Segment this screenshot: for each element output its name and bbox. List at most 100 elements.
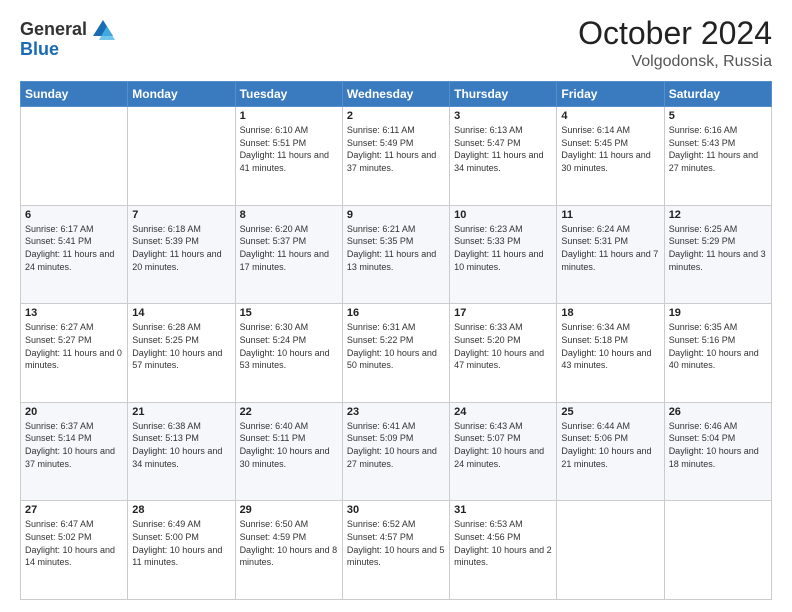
weekday-header: Monday — [128, 82, 235, 107]
calendar-cell: 9Sunrise: 6:21 AMSunset: 5:35 PMDaylight… — [342, 205, 449, 304]
day-info: Sunrise: 6:20 AMSunset: 5:37 PMDaylight:… — [240, 223, 338, 273]
day-info: Sunrise: 6:16 AMSunset: 5:43 PMDaylight:… — [669, 124, 767, 174]
month-title: October 2024 — [578, 16, 772, 51]
weekday-header: Friday — [557, 82, 664, 107]
calendar-cell: 14 Sunrise: 6:28 AMSunset: 5:25 PMDayligh… — [128, 304, 235, 403]
calendar-week-row: 1Sunrise: 6:10 AMSunset: 5:51 PMDaylight… — [21, 107, 772, 206]
day-info: Sunrise: 6:38 AMSunset: 5:13 PMDaylight:… — [132, 420, 230, 470]
day-info: Sunrise: 6:49 AMSunset: 5:00 PMDaylight:… — [132, 518, 230, 568]
day-number: 22 — [240, 406, 338, 418]
calendar-cell: 2Sunrise: 6:11 AMSunset: 5:49 PMDaylight… — [342, 107, 449, 206]
day-number: 28 — [132, 504, 230, 516]
day-number: 3 — [454, 110, 552, 122]
calendar-cell: 28 Sunrise: 6:49 AMSunset: 5:00 PMDayligh… — [128, 501, 235, 600]
day-info: Sunrise: 6:11 AMSunset: 5:49 PMDaylight:… — [347, 124, 445, 174]
day-info: Sunrise: 6:10 AMSunset: 5:51 PMDaylight:… — [240, 124, 338, 174]
day-number: 13 — [25, 307, 123, 319]
weekday-header-row: SundayMondayTuesdayWednesdayThursdayFrid… — [21, 82, 772, 107]
day-info: Sunrise: 6:46 AMSunset: 5:04 PMDaylight:… — [669, 420, 767, 470]
day-number: 10 — [454, 209, 552, 221]
location-title: Volgodonsk, Russia — [578, 53, 772, 71]
weekday-header: Wednesday — [342, 82, 449, 107]
day-info: Sunrise: 6:41 AMSunset: 5:09 PMDaylight:… — [347, 420, 445, 470]
day-info: Sunrise: 6:14 AMSunset: 5:45 PMDaylight:… — [561, 124, 659, 174]
logo: General Blue — [20, 16, 117, 60]
calendar-cell: 15Sunrise: 6:30 AMSunset: 5:24 PMDayligh… — [235, 304, 342, 403]
calendar-cell: 18Sunrise: 6:34 AMSunset: 5:18 PMDayligh… — [557, 304, 664, 403]
calendar-cell — [557, 501, 664, 600]
day-number: 12 — [669, 209, 767, 221]
day-info: Sunrise: 6:30 AMSunset: 5:24 PMDaylight:… — [240, 321, 338, 371]
calendar-cell: 30 Sunrise: 6:52 AMSunset: 4:57 PMDayligh… — [342, 501, 449, 600]
calendar-cell: 24 Sunrise: 6:43 AMSunset: 5:07 PMDayligh… — [450, 402, 557, 501]
calendar-cell: 26 Sunrise: 6:46 AMSunset: 5:04 PMDayligh… — [664, 402, 771, 501]
weekday-header: Tuesday — [235, 82, 342, 107]
calendar-cell: 13 Sunrise: 6:27 AMSunset: 5:27 PMDayligh… — [21, 304, 128, 403]
day-info: Sunrise: 6:33 AMSunset: 5:20 PMDaylight:… — [454, 321, 552, 371]
day-info: Sunrise: 6:50 AMSunset: 4:59 PMDaylight:… — [240, 518, 338, 568]
day-info: Sunrise: 6:18 AMSunset: 5:39 PMDaylight:… — [132, 223, 230, 273]
calendar-cell: 7 Sunrise: 6:18 AMSunset: 5:39 PMDaylight… — [128, 205, 235, 304]
day-info: Sunrise: 6:44 AMSunset: 5:06 PMDaylight:… — [561, 420, 659, 470]
calendar-cell: 5 Sunrise: 6:16 AMSunset: 5:43 PMDaylight… — [664, 107, 771, 206]
day-info: Sunrise: 6:25 AMSunset: 5:29 PMDaylight:… — [669, 223, 767, 273]
day-number: 20 — [25, 406, 123, 418]
calendar-cell — [664, 501, 771, 600]
calendar-cell — [128, 107, 235, 206]
day-number: 30 — [347, 504, 445, 516]
title-block: October 2024 Volgodonsk, Russia — [578, 16, 772, 71]
day-info: Sunrise: 6:28 AMSunset: 5:25 PMDaylight:… — [132, 321, 230, 371]
day-number: 8 — [240, 209, 338, 221]
logo-icon — [89, 16, 117, 44]
calendar-cell: 10 Sunrise: 6:23 AMSunset: 5:33 PMDayligh… — [450, 205, 557, 304]
calendar-cell: 22 Sunrise: 6:40 AMSunset: 5:11 PMDayligh… — [235, 402, 342, 501]
day-number: 14 — [132, 307, 230, 319]
day-number: 19 — [669, 307, 767, 319]
calendar-cell: 29 Sunrise: 6:50 AMSunset: 4:59 PMDayligh… — [235, 501, 342, 600]
day-info: Sunrise: 6:23 AMSunset: 5:33 PMDaylight:… — [454, 223, 552, 273]
calendar-cell: 11Sunrise: 6:24 AMSunset: 5:31 PMDayligh… — [557, 205, 664, 304]
day-info: Sunrise: 6:27 AMSunset: 5:27 PMDaylight:… — [25, 321, 123, 371]
day-info: Sunrise: 6:13 AMSunset: 5:47 PMDaylight:… — [454, 124, 552, 174]
day-info: Sunrise: 6:17 AMSunset: 5:41 PMDaylight:… — [25, 223, 123, 273]
day-info: Sunrise: 6:34 AMSunset: 5:18 PMDaylight:… — [561, 321, 659, 371]
day-number: 26 — [669, 406, 767, 418]
day-number: 7 — [132, 209, 230, 221]
day-number: 25 — [561, 406, 659, 418]
calendar-week-row: 6 Sunrise: 6:17 AMSunset: 5:41 PMDaylight… — [21, 205, 772, 304]
day-number: 24 — [454, 406, 552, 418]
day-number: 29 — [240, 504, 338, 516]
calendar-cell: 31 Sunrise: 6:53 AMSunset: 4:56 PMDayligh… — [450, 501, 557, 600]
calendar-cell: 6 Sunrise: 6:17 AMSunset: 5:41 PMDaylight… — [21, 205, 128, 304]
calendar-cell: 27Sunrise: 6:47 AMSunset: 5:02 PMDayligh… — [21, 501, 128, 600]
calendar-cell: 4Sunrise: 6:14 AMSunset: 5:45 PMDaylight… — [557, 107, 664, 206]
weekday-header: Thursday — [450, 82, 557, 107]
day-number: 17 — [454, 307, 552, 319]
calendar-cell: 3 Sunrise: 6:13 AMSunset: 5:47 PMDaylight… — [450, 107, 557, 206]
day-info: Sunrise: 6:53 AMSunset: 4:56 PMDaylight:… — [454, 518, 552, 568]
day-number: 27 — [25, 504, 123, 516]
day-info: Sunrise: 6:24 AMSunset: 5:31 PMDaylight:… — [561, 223, 659, 273]
calendar-table: SundayMondayTuesdayWednesdayThursdayFrid… — [20, 81, 772, 600]
day-info: Sunrise: 6:31 AMSunset: 5:22 PMDaylight:… — [347, 321, 445, 371]
day-info: Sunrise: 6:40 AMSunset: 5:11 PMDaylight:… — [240, 420, 338, 470]
header: General Blue October 2024 Volgodonsk, Ru… — [20, 16, 772, 71]
calendar-cell: 1Sunrise: 6:10 AMSunset: 5:51 PMDaylight… — [235, 107, 342, 206]
calendar-cell: 17 Sunrise: 6:33 AMSunset: 5:20 PMDayligh… — [450, 304, 557, 403]
day-number: 31 — [454, 504, 552, 516]
calendar-cell: 23 Sunrise: 6:41 AMSunset: 5:09 PMDayligh… — [342, 402, 449, 501]
page: General Blue October 2024 Volgodonsk, Ru… — [0, 0, 792, 612]
day-info: Sunrise: 6:35 AMSunset: 5:16 PMDaylight:… — [669, 321, 767, 371]
day-number: 23 — [347, 406, 445, 418]
weekday-header: Saturday — [664, 82, 771, 107]
day-info: Sunrise: 6:43 AMSunset: 5:07 PMDaylight:… — [454, 420, 552, 470]
day-info: Sunrise: 6:37 AMSunset: 5:14 PMDaylight:… — [25, 420, 123, 470]
calendar-cell: 19 Sunrise: 6:35 AMSunset: 5:16 PMDayligh… — [664, 304, 771, 403]
calendar-cell: 12 Sunrise: 6:25 AMSunset: 5:29 PMDayligh… — [664, 205, 771, 304]
day-number: 16 — [347, 307, 445, 319]
calendar-week-row: 27Sunrise: 6:47 AMSunset: 5:02 PMDayligh… — [21, 501, 772, 600]
day-info: Sunrise: 6:52 AMSunset: 4:57 PMDaylight:… — [347, 518, 445, 568]
day-number: 6 — [25, 209, 123, 221]
day-number: 5 — [669, 110, 767, 122]
calendar-cell: 16 Sunrise: 6:31 AMSunset: 5:22 PMDayligh… — [342, 304, 449, 403]
